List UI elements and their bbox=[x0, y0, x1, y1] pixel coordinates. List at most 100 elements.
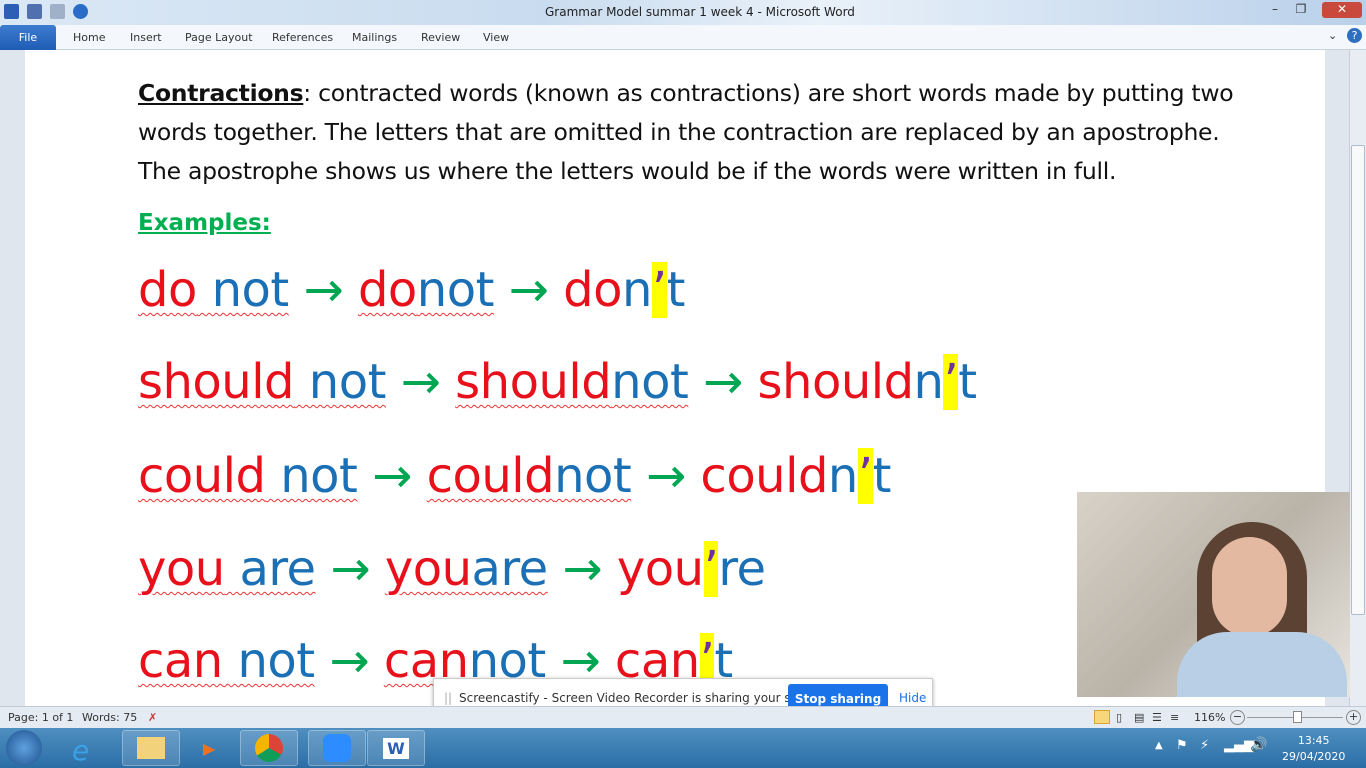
word-segment: not bbox=[294, 354, 387, 410]
zoom-in-button[interactable]: + bbox=[1346, 710, 1361, 725]
chrome-icon[interactable] bbox=[240, 730, 298, 766]
arrow-icon: → bbox=[288, 262, 358, 318]
word-segment: t bbox=[666, 262, 686, 318]
tab-page-layout[interactable]: Page Layout bbox=[185, 31, 253, 44]
definition-paragraph: Contractions: contracted words (known as… bbox=[138, 74, 1238, 191]
arrow-icon: → bbox=[547, 541, 617, 597]
time: 13:45 bbox=[1297, 734, 1330, 747]
taskbar: e ▶ W ▲ ⚑ ⚡ ▂▄▆ 🔊 13:45 29/04/2020 bbox=[0, 728, 1366, 768]
tray-expand-icon[interactable]: ▲ bbox=[1155, 740, 1163, 751]
page-count[interactable]: Page: 1 of 1 bbox=[8, 711, 73, 724]
word-segment: you bbox=[138, 541, 225, 597]
action-center-icon[interactable]: ⚑ bbox=[1176, 738, 1188, 753]
word-segment: not bbox=[196, 262, 290, 318]
word-segment: could bbox=[700, 448, 828, 504]
zoom-out-button[interactable]: − bbox=[1230, 710, 1245, 725]
word-segment: not bbox=[222, 633, 315, 689]
arrow-icon: → bbox=[688, 354, 758, 410]
apostrophe: ’ bbox=[943, 354, 959, 410]
word-segment: should bbox=[455, 354, 612, 410]
word-count[interactable]: Words: 75 bbox=[82, 711, 137, 724]
word-icon bbox=[4, 4, 19, 19]
media-player-icon[interactable]: ▶ bbox=[180, 730, 238, 766]
webcam-overlay bbox=[1077, 492, 1350, 697]
zoom-slider-handle[interactable] bbox=[1293, 711, 1302, 723]
print-layout-icon[interactable] bbox=[1094, 710, 1110, 724]
apostrophe: ’ bbox=[703, 541, 719, 597]
restore-button[interactable]: ❐ bbox=[1288, 2, 1314, 18]
close-button[interactable]: ✕ bbox=[1322, 2, 1362, 18]
word-segment: not bbox=[554, 448, 632, 504]
window-title: Grammar Model summar 1 week 4 - Microsof… bbox=[545, 5, 855, 19]
example-row: do not → donot → don’t bbox=[138, 262, 686, 318]
example-row: should not → shouldnot → shouldn’t bbox=[138, 354, 977, 410]
word-segment: are bbox=[471, 541, 549, 597]
word-segment: t bbox=[958, 354, 977, 410]
zoom-level[interactable]: 116% bbox=[1194, 711, 1225, 724]
word-segment: not bbox=[265, 448, 358, 504]
word-segment: can bbox=[138, 633, 223, 689]
tab-mailings[interactable]: Mailings bbox=[352, 31, 397, 44]
word-segment: could bbox=[138, 448, 266, 504]
tab-home[interactable]: Home bbox=[73, 31, 105, 44]
arrow-icon: → bbox=[314, 633, 384, 689]
tab-insert[interactable]: Insert bbox=[130, 31, 162, 44]
undo-icon[interactable] bbox=[50, 4, 65, 19]
zoom-app-icon[interactable] bbox=[308, 730, 366, 766]
explorer-taskbar-icon[interactable] bbox=[122, 730, 180, 766]
arrow-icon: → bbox=[315, 541, 385, 597]
tab-file[interactable]: File bbox=[0, 25, 56, 50]
date: 29/04/2020 bbox=[1282, 750, 1346, 763]
arrow-icon: → bbox=[631, 448, 701, 504]
full-screen-reading-icon[interactable]: ▯ bbox=[1116, 711, 1122, 724]
tab-review[interactable]: Review bbox=[421, 31, 460, 44]
word-segment: n bbox=[621, 262, 652, 318]
word-segment: should bbox=[757, 354, 915, 410]
clock[interactable]: 13:45 29/04/2020 bbox=[1282, 733, 1345, 765]
outline-icon[interactable]: ☰ bbox=[1152, 711, 1162, 724]
draft-icon[interactable]: ≡ bbox=[1170, 711, 1179, 724]
save-icon[interactable] bbox=[27, 4, 42, 19]
power-icon[interactable]: ⚡ bbox=[1200, 738, 1209, 753]
word-segment: re bbox=[718, 541, 766, 597]
arrow-icon: → bbox=[385, 354, 456, 410]
word-taskbar-icon[interactable]: W bbox=[367, 730, 425, 766]
minimize-button[interactable]: – bbox=[1262, 2, 1288, 18]
contractions-heading: Contractions bbox=[138, 79, 304, 107]
tab-references[interactable]: References bbox=[272, 31, 333, 44]
word-segment: could bbox=[426, 448, 555, 504]
word-segment: do bbox=[138, 262, 197, 318]
word-segment: not bbox=[611, 354, 689, 410]
example-row: could not → couldnot → couldn’t bbox=[138, 448, 891, 504]
word-segment: do bbox=[357, 262, 417, 318]
redo-icon[interactable] bbox=[73, 4, 88, 19]
word-segment: n bbox=[827, 448, 858, 504]
status-bar: Page: 1 of 1 Words: 75 ✗ ▯ ▤ ☰ ≡ 116% − … bbox=[0, 706, 1366, 728]
examples-label: Examples: bbox=[138, 210, 271, 236]
hide-button[interactable]: Hide bbox=[899, 691, 926, 705]
arrow-icon: → bbox=[493, 262, 564, 318]
web-layout-icon[interactable]: ▤ bbox=[1134, 711, 1144, 724]
ribbon-expand-icon[interactable]: ⌄ bbox=[1328, 29, 1337, 42]
volume-icon[interactable]: 🔊 bbox=[1250, 737, 1267, 753]
proofing-icon[interactable]: ✗ bbox=[148, 711, 157, 724]
scroll-thumb[interactable] bbox=[1351, 145, 1365, 615]
word-segment: do bbox=[563, 262, 622, 318]
arrow-icon: → bbox=[357, 448, 427, 504]
help-icon[interactable]: ? bbox=[1347, 28, 1362, 43]
word-segment: you bbox=[384, 541, 472, 597]
word-segment: are bbox=[224, 541, 316, 597]
example-row: you are → youare → you’re bbox=[138, 541, 766, 597]
start-button[interactable] bbox=[6, 730, 42, 766]
share-message: Screencastify - Screen Video Recorder is… bbox=[459, 691, 829, 705]
vertical-scrollbar[interactable] bbox=[1349, 50, 1366, 706]
tab-view[interactable]: View bbox=[483, 31, 509, 44]
word-segment: you bbox=[616, 541, 704, 597]
word-segment: t bbox=[872, 448, 892, 504]
word-segment: not bbox=[416, 262, 495, 318]
word-segment: n bbox=[913, 354, 944, 410]
apostrophe: ’ bbox=[651, 262, 667, 318]
word-segment: should bbox=[138, 354, 295, 410]
internet-explorer-icon[interactable]: e bbox=[72, 734, 89, 767]
title-bar: Grammar Model summar 1 week 4 - Microsof… bbox=[0, 0, 1366, 25]
